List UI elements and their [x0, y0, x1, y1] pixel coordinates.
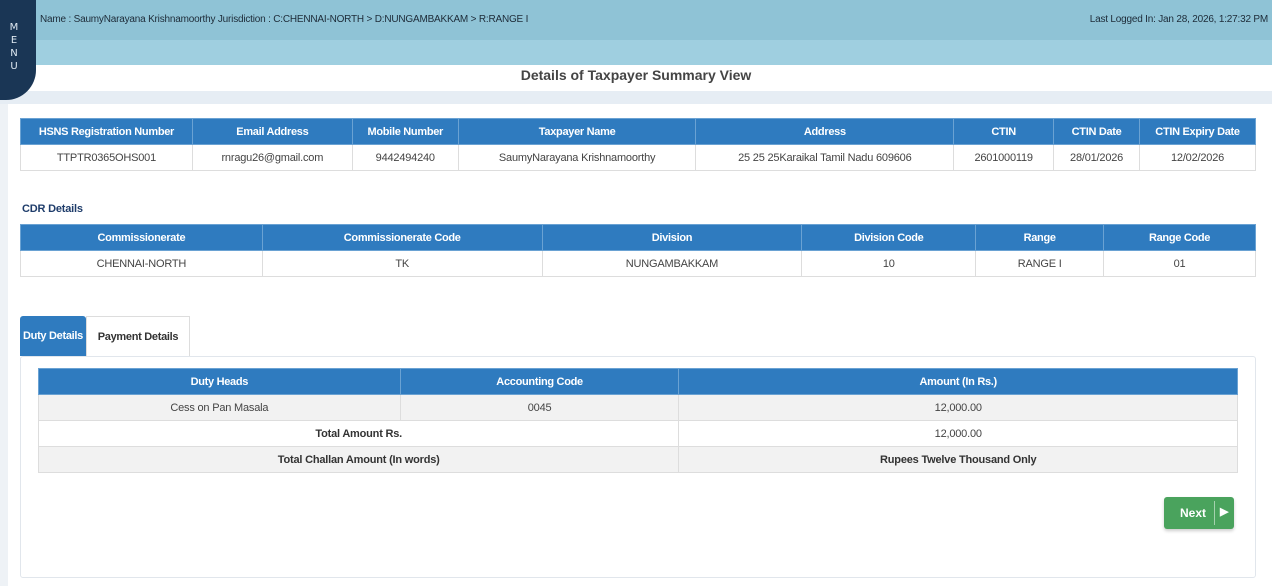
cell-hsns-reg: TTPTR0365OHS001 — [20, 144, 193, 171]
taxpayer-header-row: HSNS Registration Number Email Address M… — [20, 118, 1256, 145]
col-accounting-code: Accounting Code — [399, 368, 680, 395]
col-commissionerate-code: Commissionerate Code — [261, 224, 543, 251]
col-email: Email Address — [191, 118, 353, 145]
cell-range: RANGE I — [975, 250, 1105, 277]
menu-button[interactable]: M E N U — [0, 0, 36, 100]
col-ctin-expiry: CTIN Expiry Date — [1139, 118, 1256, 145]
menu-letter: E — [10, 35, 18, 46]
next-button-label: Next — [1180, 506, 1207, 520]
chevron-right-icon: ▶ — [1220, 506, 1229, 518]
tab-duty-details[interactable]: Duty Details — [20, 316, 86, 356]
cdr-header-row: Commissionerate Commissionerate Code Div… — [20, 224, 1256, 251]
table-row: Cess on Pan Masala 0045 12,000.00 — [38, 394, 1238, 421]
taxpayer-table: HSNS Registration Number Email Address M… — [20, 118, 1256, 171]
col-duty-heads: Duty Heads — [38, 368, 401, 395]
cell-commissionerate: CHENNAI-NORTH — [20, 250, 263, 277]
total-amount-label: Total Amount Rs. — [37, 420, 680, 447]
divider-band — [0, 91, 1272, 104]
menu-letter: M — [9, 22, 19, 33]
col-range: Range — [975, 224, 1105, 251]
next-button[interactable]: Next ▶ — [1164, 497, 1234, 529]
page-title: Details of Taxpayer Summary View — [520, 67, 752, 83]
duty-header-row: Duty Heads Accounting Code Amount (In Rs… — [38, 368, 1238, 395]
duty-table: Duty Heads Accounting Code Amount (In Rs… — [37, 368, 1238, 473]
cdr-table: Commissionerate Commissionerate Code Div… — [20, 224, 1256, 277]
col-ctin: CTIN — [953, 118, 1055, 145]
cdr-details-heading: CDR Details — [22, 203, 83, 215]
col-division-code: Division Code — [801, 224, 977, 251]
page-title-bar: Details of Taxpayer Summary View — [0, 65, 1272, 91]
user-jurisdiction-info: Name : SaumyNarayana Krishnamoorthy Juri… — [40, 14, 529, 25]
col-address: Address — [695, 118, 955, 145]
cell-address: 25 25 25Karaikal Tamil Nadu 609606 — [695, 144, 955, 171]
cell-ctin-expiry: 12/02/2026 — [1139, 144, 1256, 171]
cell-mobile: 9442494240 — [351, 144, 459, 171]
tab-payment-details[interactable]: Payment Details — [86, 316, 190, 356]
cell-ctin-date: 28/01/2026 — [1053, 144, 1141, 171]
top-header-bar: Name : SaumyNarayana Krishnamoorthy Juri… — [0, 0, 1272, 40]
menu-letter: N — [10, 48, 18, 59]
cell-division: NUNGAMBAKKAM — [541, 250, 803, 277]
cell-commissionerate-code: TK — [261, 250, 543, 277]
cell-duty-head: Cess on Pan Masala — [38, 394, 401, 421]
cell-amount: 12,000.00 — [678, 394, 1238, 421]
col-amount: Amount (In Rs.) — [678, 368, 1238, 395]
col-division: Division — [541, 224, 803, 251]
total-words-label: Total Challan Amount (In words) — [37, 446, 680, 473]
sub-header-bar — [0, 40, 1272, 65]
last-logged-in: Last Logged In: Jan 28, 2026, 1:27:32 PM — [1089, 14, 1268, 25]
cell-taxpayer-name: SaumyNarayana Krishnamoorthy — [457, 144, 697, 171]
next-button-divider — [1214, 501, 1215, 525]
col-commissionerate: Commissionerate — [20, 224, 263, 251]
words-row: Total Challan Amount (In words) Rupees T… — [37, 446, 1238, 473]
col-range-code: Range Code — [1103, 224, 1256, 251]
table-row: CHENNAI-NORTH TK NUNGAMBAKKAM 10 RANGE I… — [20, 250, 1256, 277]
col-hsns-reg: HSNS Registration Number — [20, 118, 193, 145]
cell-ctin: 2601000119 — [953, 144, 1055, 171]
menu-letter: U — [10, 61, 18, 72]
cell-accounting-code: 0045 — [399, 394, 680, 421]
cell-email: rnragu26@gmail.com — [191, 144, 353, 171]
col-mobile: Mobile Number — [351, 118, 459, 145]
total-words-value: Rupees Twelve Thousand Only — [678, 446, 1238, 473]
col-ctin-date: CTIN Date — [1053, 118, 1141, 145]
total-amount-value: 12,000.00 — [678, 420, 1238, 447]
table-row: TTPTR0365OHS001 rnragu26@gmail.com 94424… — [20, 144, 1256, 171]
col-taxpayer-name: Taxpayer Name — [457, 118, 697, 145]
cell-division-code: 10 — [801, 250, 977, 277]
left-edge — [0, 104, 8, 586]
cell-range-code: 01 — [1103, 250, 1256, 277]
total-row: Total Amount Rs. 12,000.00 — [37, 420, 1238, 447]
